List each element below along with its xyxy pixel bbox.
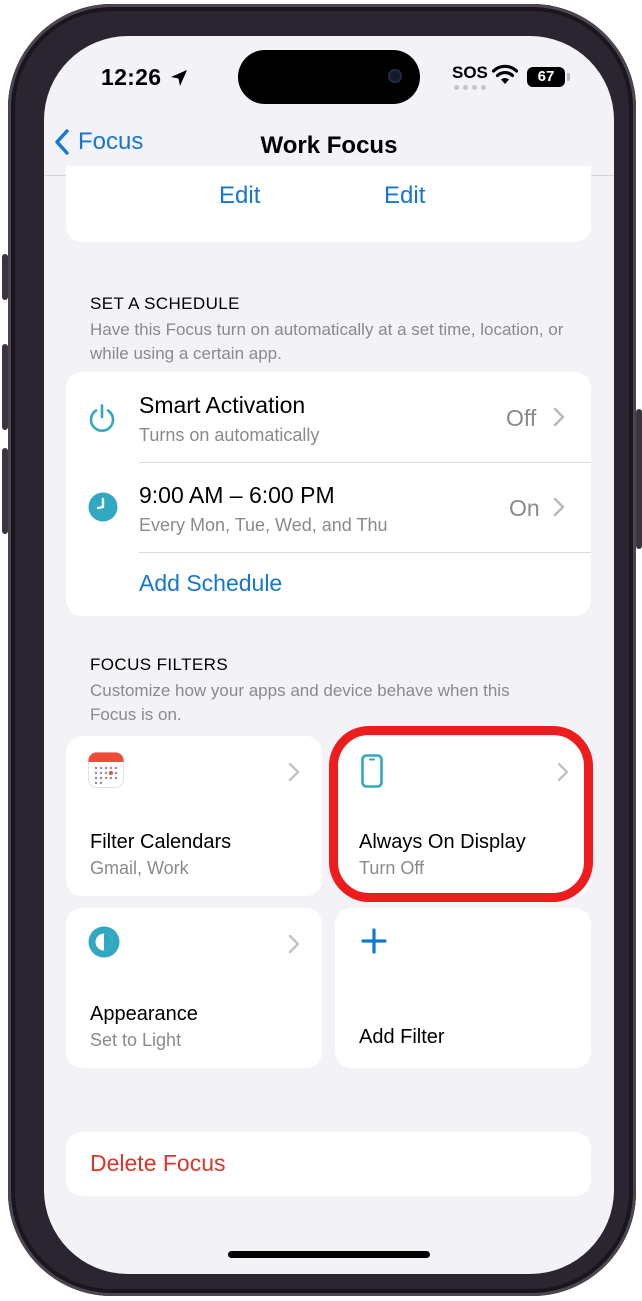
power-button [636,409,642,549]
plus-icon [361,928,387,954]
filter-calendars-title: Filter Calendars [90,831,232,853]
delete-focus-button: Delete Focus [90,1150,226,1176]
filters-heading: FOCUS FILTERS [90,655,229,674]
camera-icon [388,69,402,83]
smart-activation-value: Off [506,405,537,431]
signal-dots [454,85,486,90]
battery-cap [567,73,570,81]
add-schedule-button[interactable]: Add Schedule [139,570,282,597]
status-bar: 12:26 SOS 67 [44,36,614,124]
dynamic-island [238,50,420,104]
clock-time: 12:26 [101,64,162,90]
schedule-description: Have this Focus turn on automatically at… [90,320,564,363]
schedule-heading: SET A SCHEDULE [90,294,240,313]
location-arrow-icon [171,70,187,86]
edit-right-button[interactable]: Edit [384,182,425,210]
appearance-tile[interactable]: Appearance Set to Light [66,908,322,1068]
calendar-icon [88,752,124,788]
chevron-right-icon [553,407,565,427]
schedule-time-row[interactable]: 9:00 AM – 6:00 PM Every Mon, Tue, Wed, a… [66,462,591,552]
top-card: Edit Edit [66,166,591,242]
sos-indicator: SOS [452,63,488,82]
schedule-time-title: 9:00 AM – 6:00 PM [139,482,335,508]
wifi-icon [491,64,519,84]
power-icon [89,404,115,432]
chevron-right-icon [288,934,300,954]
volume-up-button [2,344,8,430]
appearance-title: Appearance [90,1003,198,1025]
row-divider [139,552,591,553]
schedule-time-subtitle: Every Mon, Tue, Wed, and Thu [139,515,388,535]
home-indicator [228,1251,430,1258]
screen: 12:26 SOS 67 Focus Work Focus Edit Edit … [44,36,614,1274]
chevron-right-icon [553,497,565,517]
schedule-card: Smart Activation Turns on automatically … [66,372,591,616]
smart-activation-row[interactable]: Smart Activation Turns on automatically … [66,372,591,462]
appearance-icon [88,926,120,958]
delete-focus-card[interactable]: Delete Focus [66,1132,591,1196]
edit-left-button[interactable]: Edit [219,182,260,210]
action-button [2,254,8,300]
add-filter-label: Add Filter [359,1026,445,1048]
chevron-right-icon [288,762,300,782]
battery-icon: 67 [527,67,565,87]
volume-down-button [2,448,8,534]
highlight-annotation [329,726,593,902]
phone-frame: 12:26 SOS 67 Focus Work Focus Edit Edit … [2,4,642,1296]
page-title: Work Focus [260,132,398,159]
smart-activation-title: Smart Activation [139,392,306,418]
filters-description: Customize how your apps and device behav… [90,681,510,724]
add-filter-tile[interactable]: Add Filter [335,908,591,1068]
filter-calendars-tile[interactable]: Filter Calendars Gmail, Work [66,736,322,896]
clock-icon [88,492,118,522]
schedule-time-value: On [509,495,540,521]
smart-activation-subtitle: Turns on automatically [139,425,320,445]
appearance-subtitle: Set to Light [90,1030,182,1050]
filter-calendars-subtitle: Gmail, Work [90,858,189,878]
